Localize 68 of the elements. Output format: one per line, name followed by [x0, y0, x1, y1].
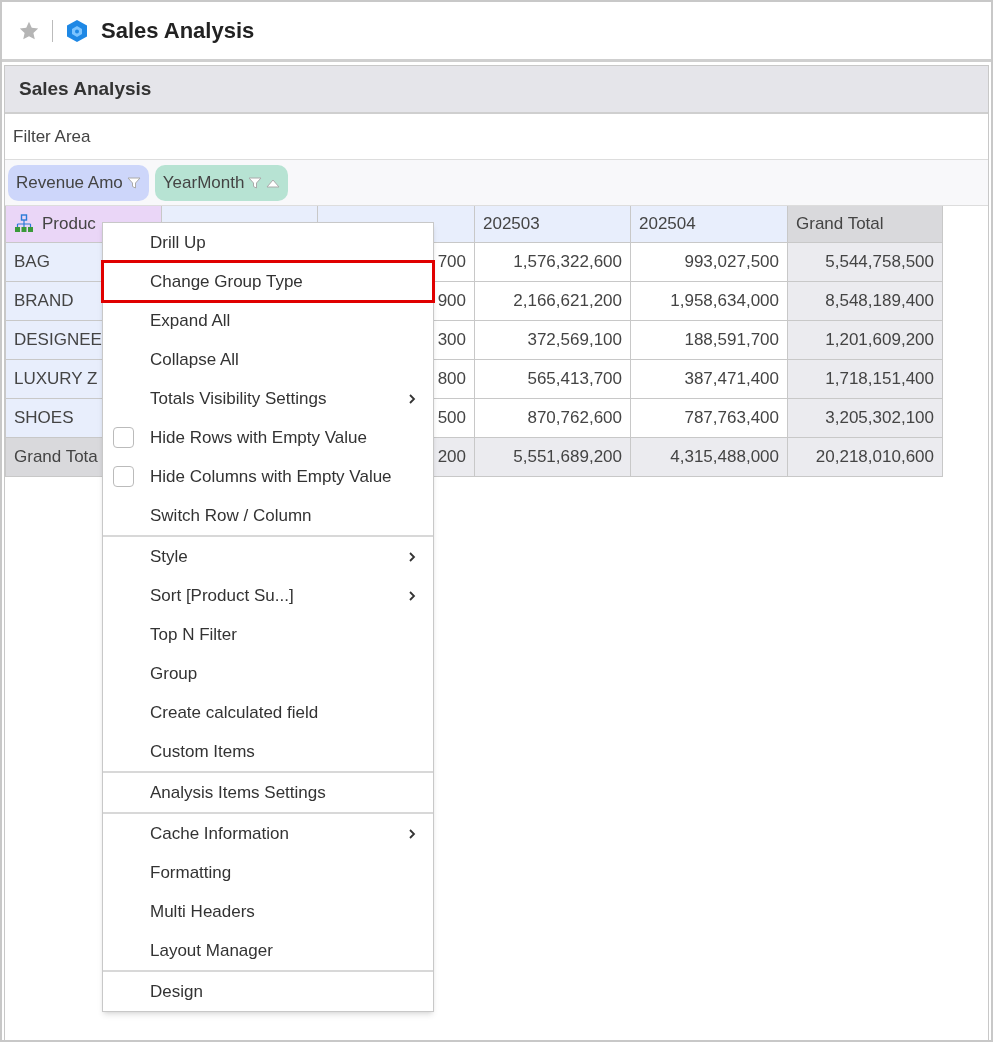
table-cell-text: 870,762,600 — [527, 407, 622, 430]
menu-item[interactable]: Multi Headers — [103, 892, 433, 931]
filter-icon[interactable] — [248, 175, 263, 190]
menu-item[interactable]: Group — [103, 654, 433, 693]
row-header: Grand Tota — [14, 446, 98, 469]
field-chip[interactable]: Revenue Amo — [8, 164, 149, 201]
row-header: SHOES — [14, 407, 74, 430]
table-cell-text: 1,576,322,600 — [513, 251, 622, 274]
column-header: 202503 — [475, 206, 631, 242]
table-cell-text: 500 — [437, 407, 466, 430]
hierarchy-icon — [14, 214, 34, 234]
table-cell-text: 900 — [437, 290, 466, 313]
table-cell-text: 3,205,302,100 — [825, 407, 934, 430]
table-cell-text: 993,027,500 — [684, 251, 779, 274]
cube-icon — [65, 18, 89, 43]
checkbox[interactable] — [113, 427, 134, 448]
page-title: Sales Analysis — [101, 17, 255, 45]
row-header: BAG — [14, 251, 50, 274]
table-cell-text: 5,544,758,500 — [825, 251, 934, 274]
menu-item[interactable]: Analysis Items Settings — [103, 773, 433, 812]
menu-item[interactable]: Hide Columns with Empty Value — [103, 457, 433, 496]
menu-item[interactable]: Hide Rows with Empty Value — [103, 418, 433, 457]
menu-item[interactable]: Sort [Product Su...] — [103, 576, 433, 615]
table-cell-text: 300 — [437, 329, 466, 352]
table-cell-text: 565,413,700 — [527, 368, 622, 391]
table-cell-text: 20,218,010,600 — [815, 446, 934, 469]
chevron-right-icon — [408, 589, 416, 602]
checkbox[interactable] — [113, 466, 134, 487]
table-cell-text: 8,548,189,400 — [825, 290, 934, 313]
table-cell-text: 5,551,689,200 — [513, 446, 622, 469]
chevron-right-icon — [408, 827, 416, 840]
column-header: 202504 — [631, 206, 788, 242]
menu-item[interactable]: Top N Filter — [103, 615, 433, 654]
menu-item[interactable]: Totals Visibility Settings — [103, 379, 433, 418]
menu-item[interactable]: Switch Row / Column — [103, 496, 433, 535]
sort-ascending-icon[interactable] — [266, 177, 281, 188]
menu-item[interactable]: Design — [103, 972, 433, 1011]
menu-item[interactable]: Change Group Type — [103, 262, 433, 301]
field-chip[interactable]: YearMonth — [154, 164, 289, 201]
table-cell-text: 787,763,400 — [684, 407, 779, 430]
filter-area-label: Filter Area — [13, 125, 91, 148]
table-cell-text: 387,471,400 — [684, 368, 779, 391]
menu-item[interactable]: Collapse All — [103, 340, 433, 379]
chevron-right-icon — [408, 550, 416, 563]
table-cell-text: 1,958,634,000 — [670, 290, 779, 313]
panel-header: Sales Analysis — [5, 66, 988, 114]
row-header: DESIGNEE — [14, 329, 102, 352]
menu-item[interactable]: Layout Manager — [103, 931, 433, 970]
table-cell-text: 2,166,621,200 — [513, 290, 622, 313]
table-cell-text: 4,315,488,000 — [670, 446, 779, 469]
table-cell-text: 200 — [437, 446, 466, 469]
row-header: BRAND — [14, 290, 74, 313]
table-cell-text: 1,718,151,400 — [825, 368, 934, 391]
table-cell-text: 800 — [437, 368, 466, 391]
menu-item[interactable]: Expand All — [103, 301, 433, 340]
menu-item[interactable]: Formatting — [103, 853, 433, 892]
table-cell-text: 372,569,100 — [527, 329, 622, 352]
menu-item[interactable]: Style — [103, 537, 433, 576]
table-cell-text: 1,201,609,200 — [825, 329, 934, 352]
menu-item[interactable]: Cache Information — [103, 814, 433, 853]
row-header: LUXURY Z — [14, 368, 98, 391]
filter-icon[interactable] — [126, 175, 141, 190]
chevron-right-icon — [408, 392, 416, 405]
table-cell-text: 188,591,700 — [684, 329, 779, 352]
column-header: Grand Total — [788, 206, 943, 242]
menu-item[interactable]: Custom Items — [103, 732, 433, 771]
menu-item[interactable]: Create calculated field — [103, 693, 433, 732]
table-cell-text: 700 — [437, 251, 466, 274]
